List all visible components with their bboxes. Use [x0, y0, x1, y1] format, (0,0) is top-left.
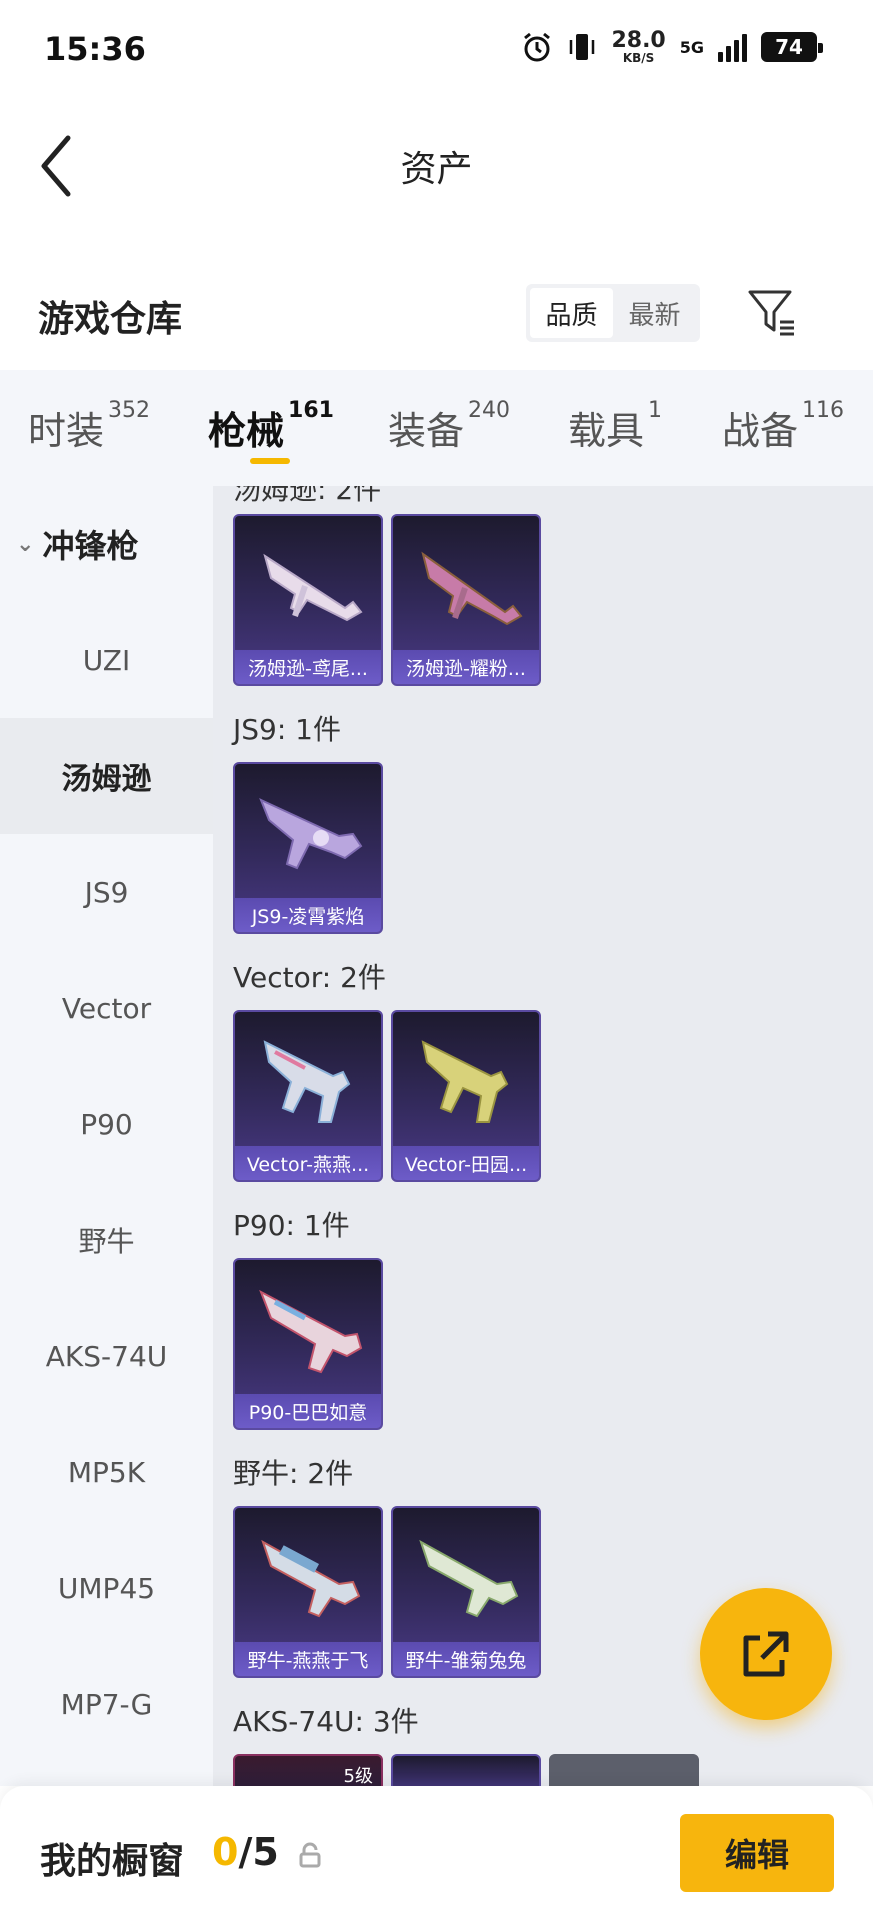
tab-supplies[interactable]: 战备 116 — [722, 398, 844, 455]
tab-active-indicator — [250, 458, 290, 464]
battery-icon: 74 — [761, 32, 823, 62]
sort-option-quality[interactable]: 品质 — [530, 288, 613, 338]
gun-image — [261, 1539, 361, 1618]
skin-card[interactable]: 5级 — [233, 1754, 383, 1786]
skin-name: Vector-燕燕... — [235, 1146, 381, 1180]
skin-name: P90-巴巴如意 — [235, 1394, 381, 1428]
warehouse-title: 游戏仓库 — [38, 299, 183, 340]
sort-toggle: 品质 最新 — [526, 284, 700, 342]
showcase-bar: 我的橱窗 0/5 编辑 — [0, 1786, 873, 1920]
sidebar-item-bizon[interactable]: 野牛 — [0, 1182, 213, 1298]
sidebar-item-thompson[interactable]: 汤姆逊 — [0, 718, 213, 834]
app-header: 资产 — [0, 100, 873, 230]
gun-image — [263, 1040, 351, 1123]
section-label-js9: JS9: 1件 — [233, 713, 341, 746]
sort-option-latest[interactable]: 最新 — [613, 288, 696, 338]
skin-name: 汤姆逊-耀粉... — [393, 650, 539, 684]
page-title: 资产 — [400, 149, 473, 190]
section-label-aks74u: AKS-74U: 3件 — [233, 1705, 419, 1738]
sidebar-item-p90[interactable]: P90 — [0, 1066, 213, 1182]
gun-image — [263, 553, 363, 622]
network-speed: 28.0 KB/S — [611, 28, 666, 65]
vibrate-icon — [570, 34, 595, 60]
skin-card[interactable]: 汤姆逊-鸢尾... — [233, 514, 383, 686]
skin-level-badge: 5级 — [343, 1766, 373, 1786]
gun-image — [259, 798, 363, 870]
skin-card[interactable]: 野牛-雏菊兔兔 — [391, 1506, 541, 1678]
section-label-p90: P90: 1件 — [233, 1209, 350, 1242]
tab-equipment[interactable]: 装备 240 — [388, 398, 510, 455]
sidebar-group-smg[interactable]: ⌄ 冲锋枪 — [0, 486, 213, 602]
skin-name: 汤姆逊-鸢尾... — [235, 650, 381, 684]
share-external-icon — [743, 1631, 789, 1677]
gun-image — [421, 1040, 509, 1123]
section-label-bizon: 野牛: 2件 — [233, 1457, 354, 1490]
skin-card[interactable] — [549, 1754, 699, 1786]
showcase-count: 0/5 — [212, 1830, 279, 1874]
edit-button[interactable]: 编辑 — [680, 1814, 834, 1892]
tab-fashion[interactable]: 时装 352 — [28, 398, 150, 455]
skin-name: Vector-田园... — [393, 1146, 539, 1180]
sidebar-item-mp5k[interactable]: MP5K — [0, 1414, 213, 1530]
sidebar-item-uzi[interactable]: UZI — [0, 602, 213, 718]
tab-vehicles[interactable]: 载具 1 — [568, 398, 662, 455]
skin-card[interactable]: 汤姆逊-耀粉... — [391, 514, 541, 686]
skin-card[interactable]: Vector-燕燕... — [233, 1010, 383, 1182]
weapon-sidebar: ⌄ 冲锋枪 UZI 汤姆逊 JS9 Vector P90 野牛 AKS-74U … — [0, 486, 213, 1786]
skin-card[interactable] — [391, 1754, 541, 1786]
sidebar-item-mp7g[interactable]: MP7-G — [0, 1646, 213, 1762]
status-time: 15:36 — [44, 30, 146, 68]
gun-image — [421, 551, 523, 626]
skin-card[interactable]: 野牛-燕燕于飞 — [233, 1506, 383, 1678]
sidebar-item-ump45[interactable]: UMP45 — [0, 1530, 213, 1646]
chevron-down-icon: ⌄ — [16, 531, 35, 557]
signal-icon — [718, 32, 747, 62]
share-button[interactable] — [700, 1588, 832, 1720]
section-label-vector: Vector: 2件 — [233, 961, 386, 994]
category-tabs: 时装 352 枪械 161 装备 240 载具 1 战备 116 — [0, 370, 873, 486]
skin-card[interactable]: P90-巴巴如意 — [233, 1258, 383, 1430]
skin-name: 野牛-雏菊兔兔 — [393, 1642, 539, 1676]
lock-icon — [299, 1842, 321, 1868]
status-bar: 15:36 28.0 KB/S 5G 74 — [0, 0, 873, 100]
showcase-title: 我的橱窗 — [40, 1841, 185, 1882]
sidebar-item-vector[interactable]: Vector — [0, 950, 213, 1066]
gun-image — [259, 1289, 363, 1374]
skin-card[interactable]: Vector-田园... — [391, 1010, 541, 1182]
tab-guns[interactable]: 枪械 161 — [208, 398, 334, 455]
status-icons: 28.0 KB/S 5G 74 — [521, 28, 823, 65]
skin-name: JS9-凌霄紫焰 — [235, 898, 381, 932]
gun-image — [419, 1539, 519, 1618]
network-type: 5G — [679, 37, 704, 57]
warehouse-header: 游戏仓库 品质 最新 — [0, 230, 873, 370]
sidebar-item-js9[interactable]: JS9 — [0, 834, 213, 950]
skin-name: 野牛-燕燕于飞 — [235, 1642, 381, 1676]
section-label-thompson: 汤姆逊: 2件 — [233, 486, 382, 506]
alarm-icon — [524, 32, 551, 62]
sidebar-item-aks74u[interactable]: AKS-74U — [0, 1298, 213, 1414]
filter-icon[interactable] — [746, 286, 798, 338]
skin-card[interactable]: JS9-凌霄紫焰 — [233, 762, 383, 934]
